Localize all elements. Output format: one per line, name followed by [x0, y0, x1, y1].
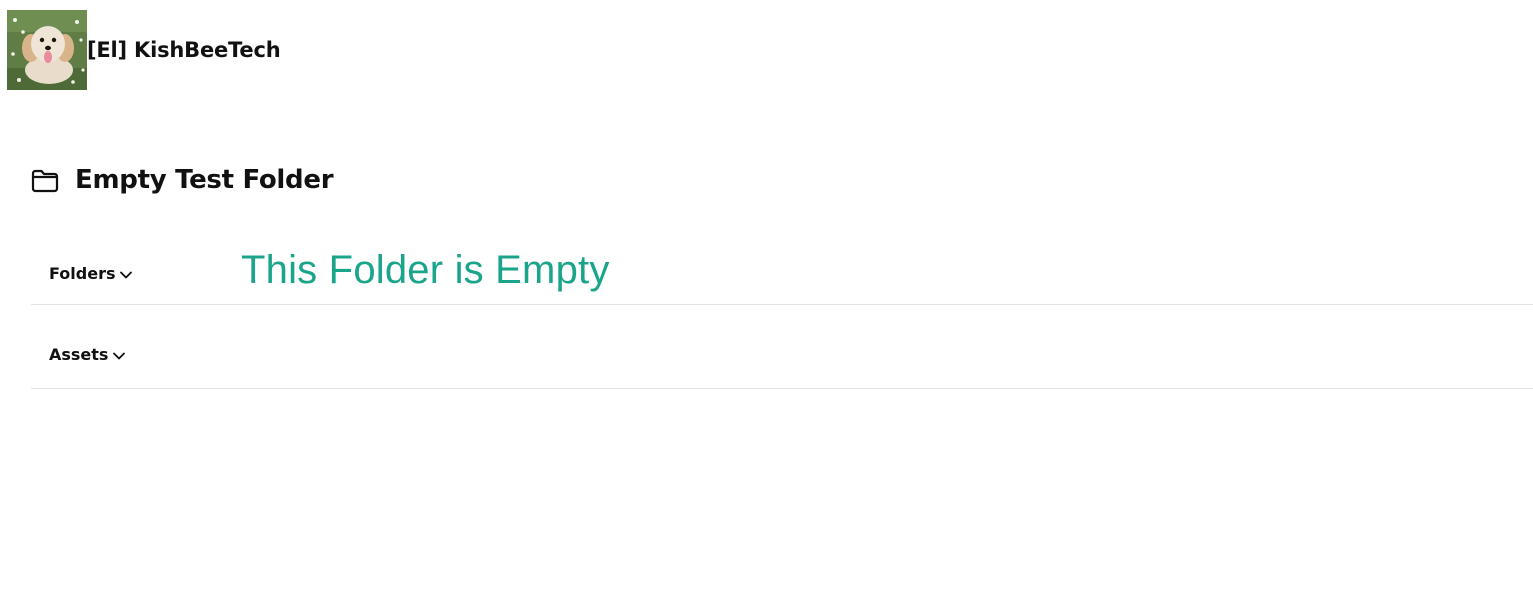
folder-heading: Empty Test Folder — [31, 165, 334, 195]
chevron-down-icon[interactable] — [119, 268, 133, 282]
page: [El] KishBeeTech Empty Test Folder Folde… — [0, 0, 1533, 611]
page-title: Empty Test Folder — [75, 165, 334, 195]
empty-folder-message: This Folder is Empty — [241, 248, 610, 292]
avatar[interactable] — [7, 10, 87, 90]
chevron-down-icon[interactable] — [112, 349, 126, 363]
assets-section: Assets — [31, 305, 1533, 389]
assets-toggle[interactable]: Assets — [49, 345, 126, 364]
brand-name[interactable]: [El] KishBeeTech — [87, 38, 281, 62]
folders-label[interactable]: Folders — [49, 264, 115, 283]
brand-header[interactable]: [El] KishBeeTech — [7, 10, 281, 90]
folder-icon — [31, 169, 59, 193]
folders-toggle[interactable]: Folders — [49, 264, 133, 283]
folders-section: Folders This Folder is Empty — [31, 240, 1533, 305]
assets-label[interactable]: Assets — [49, 345, 108, 364]
